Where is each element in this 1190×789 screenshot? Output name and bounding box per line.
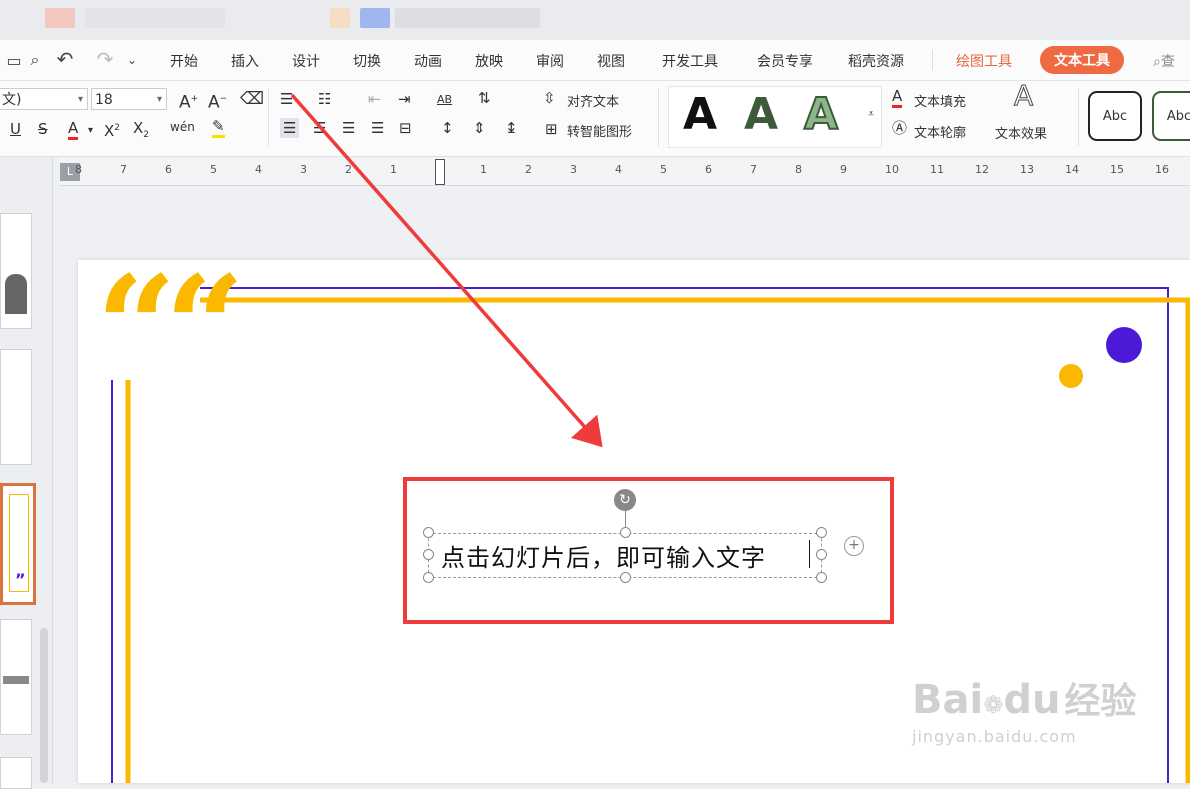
watermark-url: jingyan.baidu.com [912, 727, 1077, 746]
watermark-brand2: du [1003, 677, 1061, 723]
baidu-watermark: Bai❁du 经验 jingyan.baidu.com [912, 678, 1136, 746]
watermark-cn: 经验 [1064, 681, 1137, 722]
watermark-brand: Bai [912, 677, 984, 723]
annotation-arrow [290, 93, 603, 448]
paw-icon: ❁ [983, 691, 1004, 719]
arrow-line [290, 93, 603, 448]
